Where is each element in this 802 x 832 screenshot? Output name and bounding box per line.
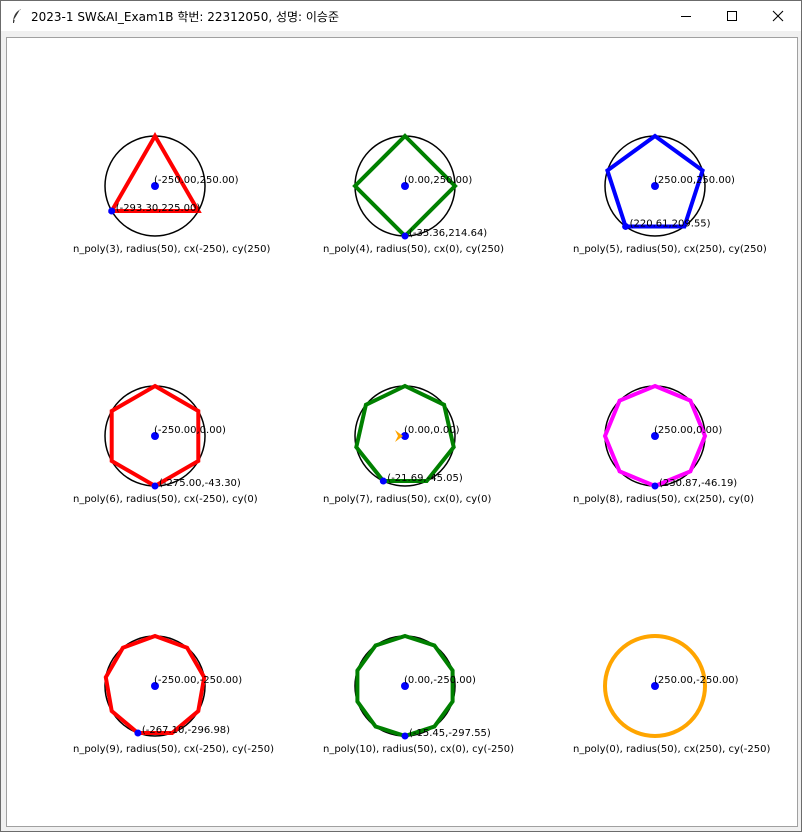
vertex-label: (230.87,-46.19) (659, 478, 737, 489)
maximize-icon (727, 11, 737, 21)
vertex-label: (-21.69,-45.05) (387, 473, 463, 484)
vertex-dot (151, 482, 159, 490)
minimize-icon (681, 16, 691, 17)
turtle-cursor-icon (395, 430, 403, 442)
center-label: (-250.00,250.00) (154, 175, 239, 186)
vertex-dot (379, 477, 387, 485)
app-window: 2023-1 SW&AI_Exam1B 학번: 22312050, 성명: 이승… (0, 0, 802, 832)
shape-caption: n_poly(10), radius(50), cx(0), cy(-250) (323, 744, 514, 755)
center-label: (-250.00,-250.00) (154, 675, 242, 686)
shape-caption: n_poly(8), radius(50), cx(250), cy(0) (573, 494, 754, 505)
close-icon (772, 10, 784, 22)
center-label: (-250.00,0.00) (154, 425, 226, 436)
center-label: (250.00,0.00) (654, 425, 722, 436)
center-label: (0.00,-250.00) (404, 675, 476, 686)
vertex-dot (622, 222, 630, 230)
vertex-label: (-275.00,-43.30) (159, 478, 241, 489)
center-label: (250.00,250.00) (654, 175, 735, 186)
shape-caption: n_poly(9), radius(50), cx(-250), cy(-250… (73, 744, 274, 755)
center-label: (0.00,0.00) (404, 425, 460, 436)
center-label: (250.00,-250.00) (654, 675, 739, 686)
vertex-dot (401, 732, 409, 740)
shape-caption: n_poly(4), radius(50), cx(0), cy(250) (323, 244, 504, 255)
polygon-3 (108, 131, 202, 213)
vertex-label: (220.61,209.55) (630, 218, 711, 229)
maximize-button[interactable] (709, 1, 755, 31)
shape-caption: n_poly(6), radius(50), cx(-250), cy(0) (73, 494, 258, 505)
vertex-label: (-15.45,-297.55) (409, 728, 491, 739)
shape-caption: n_poly(3), radius(50), cx(-250), cy(250) (73, 244, 270, 255)
vertex-dot (651, 482, 659, 490)
vertex-label: (-293.30,225.00) (116, 203, 201, 214)
center-label: (0.00,250.00) (404, 175, 472, 186)
shape-caption: n_poly(0), radius(50), cx(250), cy(-250) (573, 744, 770, 755)
vertex-dot (401, 232, 409, 240)
window-title: 2023-1 SW&AI_Exam1B 학번: 22312050, 성명: 이승… (31, 10, 340, 24)
close-button[interactable] (755, 1, 801, 31)
minimize-button[interactable] (663, 1, 709, 31)
turtle-canvas[interactable]: (-293.30,225.00) (-250.00,250.00) n_poly(3… (6, 37, 798, 827)
shape-caption: n_poly(5), radius(50), cx(250), cy(250) (573, 244, 767, 255)
vertex-label: (-35.36,214.64) (409, 228, 487, 239)
vertex-label: (-267.10,-296.98) (142, 725, 230, 736)
shape-caption: n_poly(7), radius(50), cx(0), cy(0) (323, 494, 491, 505)
title-bar[interactable]: 2023-1 SW&AI_Exam1B 학번: 22312050, 성명: 이승… (1, 1, 801, 31)
vertex-dot (108, 207, 116, 215)
feather-icon (13, 9, 21, 23)
vertex-dot (134, 729, 142, 737)
drawing-surface: (-293.30,225.00) (-250.00,250.00) n_poly(3… (73, 131, 770, 755)
